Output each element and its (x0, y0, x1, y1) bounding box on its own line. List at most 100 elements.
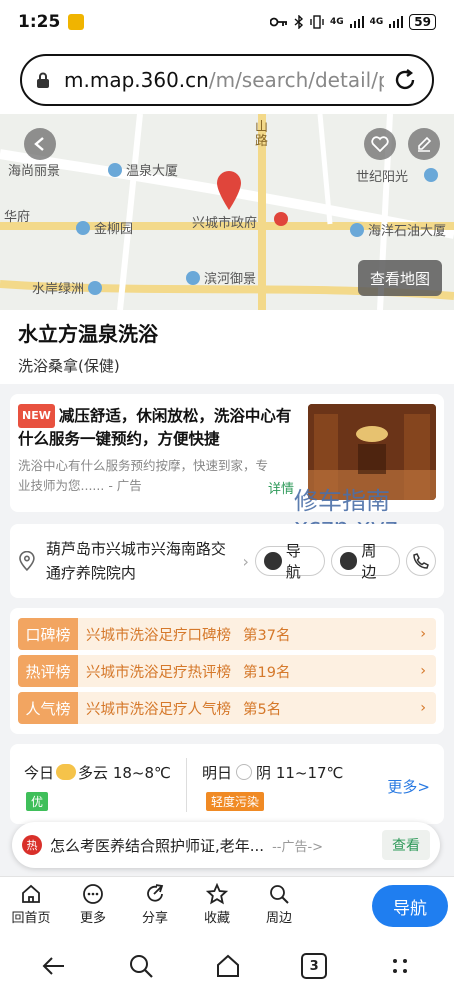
tabs-count: 3 (309, 958, 319, 974)
system-nav-bar: 3 (0, 932, 454, 1000)
map-label: 温泉大厦 (108, 160, 178, 179)
rankings-card: 口碑榜 兴城市洗浴足疗口碑榜 第37名 › 热评榜 兴城市洗浴足疗热评榜 第19名 › 人气… (10, 608, 444, 734)
map-label: 海尚丽景 (8, 164, 61, 179)
place-category: 洗浴桑拿(保健) (18, 357, 120, 375)
back-arrow-icon[interactable] (40, 952, 68, 980)
map-label: 路 (255, 134, 269, 149)
poi-icon (350, 223, 364, 237)
heart-icon (371, 136, 389, 152)
chevron-right-icon: › (420, 700, 426, 716)
ad-banner[interactable]: 热 怎么考医养结合照护师证,老年... --广告-> 查看 (12, 822, 440, 868)
ranking-title: 兴城市洗浴足疗口碑榜 (86, 627, 231, 644)
ranking-row[interactable]: 口碑榜 兴城市洗浴足疗口碑榜 第37名 › (18, 618, 436, 650)
view-map-button[interactable]: 查看地图 (358, 260, 442, 296)
map-label: 金柳园 (76, 218, 133, 237)
tabs-button[interactable]: 3 (301, 953, 328, 979)
toolbar-label: 回首页 (11, 911, 51, 926)
address-bar[interactable]: m.map.360.cn/m/search/detail/pid (20, 54, 434, 106)
map-label: 华府 (4, 210, 31, 225)
ranking-position: 第5名 (243, 701, 282, 718)
battery-icon: 59 (409, 14, 436, 30)
ranking-row[interactable]: 热评榜 兴城市洗浴足疗热评榜 第19名 › (18, 655, 436, 687)
navigate-button[interactable]: 导航 (372, 885, 448, 927)
map-label: 海洋石油大厦 (350, 220, 446, 239)
government-icon (274, 212, 288, 226)
phone-button[interactable] (406, 546, 437, 576)
vibrate-icon (310, 15, 324, 29)
reload-icon[interactable] (392, 67, 418, 93)
ranking-title: 兴城市洗浴足疗热评榜 (86, 664, 231, 681)
chevron-left-icon (34, 137, 44, 151)
address-text[interactable]: 葫芦岛市兴城市兴海南路交通疗养院院内 (46, 537, 241, 585)
status-icons: 4G 4G 59 (269, 14, 436, 30)
bluetooth-icon (294, 15, 304, 29)
ranking-title: 兴城市洗浴足疗人气榜 (86, 701, 231, 718)
menu-dots-icon[interactable] (386, 952, 414, 980)
search-icon (270, 885, 289, 904)
map-label: 兴城市政府 (192, 216, 258, 231)
toolbar-share-button[interactable]: 分享 (124, 883, 186, 926)
url-host: m.map.360.cn (64, 68, 209, 92)
bottom-toolbar: 回首页 更多 分享 收藏 周边 导航 (0, 876, 454, 932)
status-bar: 1:25 4G 4G 59 (0, 0, 454, 44)
map-label: 滨河御景 (186, 268, 256, 287)
watermark-line1: 修车指南 (294, 487, 390, 515)
ranking-tag: 口碑榜 (18, 618, 78, 650)
ad-headline: NEW 减压舒适，休闲放松，洗浴中心有什么服务一键预约，方便快捷 (18, 404, 298, 450)
notification-icon (68, 14, 85, 30)
ranking-tag: 热评榜 (18, 655, 78, 687)
weather-more-link[interactable]: 更多> (387, 776, 430, 797)
cloudy-sun-icon (56, 764, 77, 780)
search-icon[interactable] (127, 952, 155, 980)
home-icon[interactable] (214, 952, 242, 980)
key-icon (269, 17, 287, 27)
toolbar-nearby-button[interactable]: 周边 (248, 883, 310, 926)
weather-today: 今日 多云 18~8℃ (24, 764, 171, 782)
toolbar-label: 周边 (265, 911, 292, 926)
location-pin-icon (217, 171, 241, 210)
banner-view-button[interactable]: 查看 (382, 830, 430, 860)
favorite-button[interactable] (364, 128, 396, 160)
location-icon (19, 551, 35, 571)
edit-icon (418, 136, 432, 152)
navigate-pill-button[interactable]: 导航 (254, 542, 325, 581)
nearby-icon (339, 552, 358, 570)
toolbar-label: 收藏 (203, 911, 230, 926)
divider (186, 758, 187, 812)
toolbar-favorite-button[interactable]: 收藏 (186, 883, 248, 926)
aqi-badge-tomorrow: 轻度污染 (206, 792, 265, 811)
lock-icon (37, 72, 49, 88)
banner-text: 怎么考医养结合照护师证,老年... (50, 836, 265, 855)
url-text[interactable]: m.map.360.cn/m/search/detail/pid (64, 68, 384, 92)
poi-icon (88, 281, 103, 295)
toolbar-home-button[interactable]: 回首页 (0, 883, 62, 926)
hot-badge: 热 (22, 835, 42, 855)
share-icon (147, 884, 164, 902)
spa-interior-image (308, 404, 436, 500)
signal-icon (349, 16, 364, 28)
ad-more-link[interactable]: 详情 (268, 478, 294, 497)
status-time: 1:25 (18, 12, 61, 32)
signal-4g-2: 4G (369, 17, 384, 27)
signal-icon-2 (389, 16, 404, 28)
toolbar-more-button[interactable]: 更多 (62, 883, 124, 926)
ad-description: 洗浴中心有什么服务预约按摩，快速到家，专业技师为您...... - 广告 (18, 458, 269, 493)
poi-icon (108, 163, 122, 177)
place-name: 水立方温泉洗浴 (18, 322, 158, 346)
edit-button[interactable] (408, 128, 440, 160)
toolbar-label: 更多 (79, 911, 106, 926)
poi-icon (76, 221, 90, 235)
map-label: 水岸绿洲 (32, 278, 106, 297)
map-label: 世纪阳光 (356, 170, 409, 185)
browser-toolbar: m.map.360.cn/m/search/detail/pid (0, 44, 454, 114)
nearby-pill-button[interactable]: 周边 (330, 542, 401, 581)
map-view[interactable]: 海尚丽景 温泉大厦 山 路 世纪阳光 华府 金柳园 兴城市政府 海洋石油大厦 水… (0, 114, 454, 310)
banner-ad-label: --广告-> (272, 839, 324, 855)
aqi-badge-today: 优 (26, 792, 49, 811)
back-button[interactable] (24, 128, 56, 160)
chevron-right-icon: › (420, 663, 426, 679)
ranking-row[interactable]: 人气榜 兴城市洗浴足疗人气榜 第5名 › (18, 692, 436, 724)
home-icon (22, 884, 40, 903)
address-card: 葫芦岛市兴城市兴海南路交通疗养院院内 › 导航 周边 (10, 524, 444, 598)
more-icon (83, 884, 103, 904)
